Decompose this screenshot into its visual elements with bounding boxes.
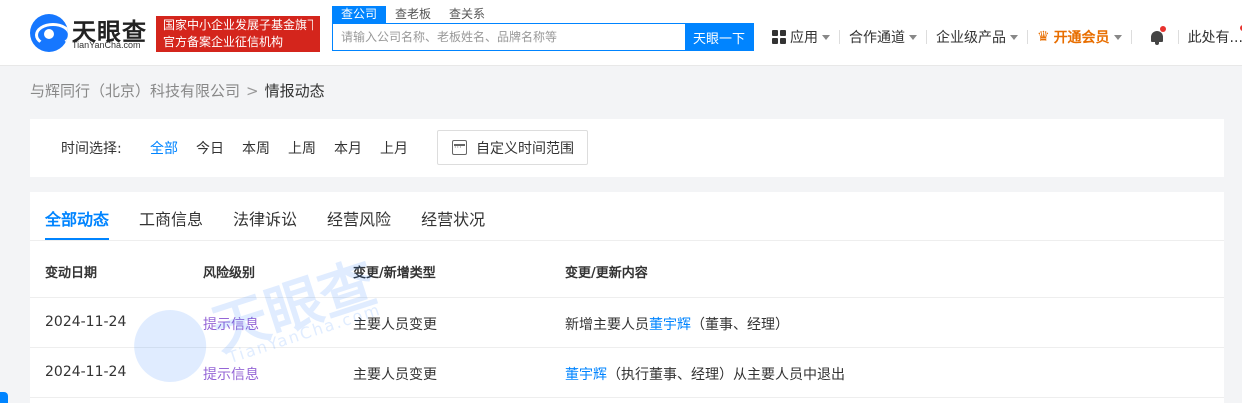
nav-apps-label: 应用: [790, 30, 818, 46]
column-header-date: 变动日期: [45, 266, 98, 281]
table-row: 2024-11-24 提示信息 主要人员变更 新增主要人员董宇辉（董事、经理）: [30, 298, 1224, 348]
breadcrumb-separator: >: [246, 81, 259, 100]
time-filter-this-week[interactable]: 本周: [242, 138, 270, 158]
nav-user-label: 此处有...: [1187, 30, 1242, 46]
chevron-down-icon: [822, 34, 830, 40]
breadcrumb-current: 情报动态: [264, 82, 325, 100]
nav-vip-label: 开通会员: [1053, 30, 1110, 46]
main-card: 全部动态 工商信息 法律诉讼 经营风险 经营状况 变动日期 风险级别 变更/新增…: [30, 192, 1224, 403]
time-filter-last-month[interactable]: 上月: [380, 138, 408, 158]
slogan-line-2: 官方备案企业征信机构: [163, 35, 284, 49]
custom-range-button[interactable]: 自定义时间范围: [437, 130, 588, 165]
breadcrumb-company[interactable]: 与辉同行（北京）科技有限公司: [30, 80, 240, 101]
breadcrumb: 与辉同行（北京）科技有限公司 > 情报动态: [30, 80, 325, 101]
time-filter-options: 全部 今日 本周 上周 本月 上月: [150, 138, 426, 158]
search-tab-relation[interactable]: 查关系: [440, 6, 494, 23]
slogan-banner: 国家中小企业发展子基金旗下 官方备案企业征信机构: [156, 16, 320, 52]
nav-channel-label: 合作通道: [849, 30, 905, 46]
row-change-type: 主要人员变更: [353, 367, 437, 383]
content-suffix: （董事、经理）: [691, 317, 789, 333]
time-filter-card: 时间选择: 全部 今日 本周 上周 本月 上月 自定义时间范围: [30, 119, 1224, 177]
logo-domain: TianYanCha.com: [72, 40, 141, 50]
slogan-line-1: 国家中小企业发展子基金旗下: [163, 18, 313, 32]
nav-user[interactable]: 此处有...: [1187, 25, 1242, 47]
person-link[interactable]: 董宇辉: [565, 367, 607, 383]
table-header: 变动日期 风险级别 变更/新增类型 变更/更新内容: [30, 241, 1224, 298]
time-filter-this-month[interactable]: 本月: [334, 138, 362, 158]
row-content: 新增主要人员董宇辉（董事、经理）: [565, 314, 789, 334]
chevron-down-icon: [909, 34, 917, 40]
row-risk-level: 提示信息: [203, 367, 259, 383]
nav-divider: [1027, 30, 1028, 44]
notification-dot: [1159, 26, 1166, 32]
nav-divider: [926, 30, 927, 44]
row-change-type: 主要人员变更: [353, 317, 437, 333]
row-content: 董宇辉（执行董事、经理）从主要人员中退出: [565, 364, 845, 384]
tab-litigation[interactable]: 法律诉讼: [233, 192, 297, 240]
side-feedback-tab[interactable]: [0, 392, 8, 403]
category-tabs: 全部动态 工商信息 法律诉讼 经营风险 经营状况: [45, 192, 515, 240]
calendar-icon: [452, 140, 467, 155]
search-button[interactable]: 天眼一下: [685, 24, 753, 50]
table-row: 2024-11-24 提示信息 主要人员变更 董宇辉（执行董事、经理）从主要人员…: [30, 348, 1224, 398]
content-prefix: 新增主要人员: [565, 317, 649, 333]
column-header-type: 变更/新增类型: [353, 266, 436, 281]
chevron-down-icon: [1113, 34, 1122, 40]
custom-range-label: 自定义时间范围: [476, 140, 574, 157]
time-filter-last-week[interactable]: 上周: [288, 138, 316, 158]
logo-eye-icon: [30, 14, 68, 52]
tab-business-info[interactable]: 工商信息: [139, 192, 203, 240]
search-tab-boss[interactable]: 查老板: [386, 6, 440, 23]
row-date: 2024-11-24: [45, 364, 127, 380]
search-tab-company[interactable]: 查公司: [332, 6, 387, 23]
column-header-risk: 风险级别: [203, 266, 256, 281]
nav-vip[interactable]: ♛ 开通会员: [1037, 27, 1122, 47]
tab-operating-risk[interactable]: 经营风险: [327, 192, 391, 240]
nav-divider: [1130, 30, 1132, 44]
chevron-down-icon: [1010, 34, 1018, 40]
search-tabs: 查公司 查老板 查关系: [332, 6, 494, 23]
column-header-content: 变更/更新内容: [565, 266, 648, 281]
time-filter-label: 时间选择:: [61, 141, 122, 157]
search-input[interactable]: [333, 24, 685, 50]
row-date: 2024-11-24: [45, 314, 127, 330]
person-link[interactable]: 董宇辉: [649, 317, 691, 333]
time-filter-all[interactable]: 全部: [150, 138, 178, 158]
top-header: 天眼查 TianYanCha.com 国家中小企业发展子基金旗下 官方备案企业征…: [0, 0, 1242, 66]
nav-enterprise-label: 企业级产品: [936, 30, 1006, 46]
nav-enterprise[interactable]: 企业级产品: [936, 27, 1018, 47]
nav-divider: [1177, 30, 1179, 44]
tab-operating-status[interactable]: 经营状况: [421, 192, 485, 240]
crown-icon: ♛: [1037, 29, 1050, 45]
nav-apps[interactable]: 应用: [772, 27, 830, 47]
time-filter-today[interactable]: 今日: [196, 138, 224, 158]
tab-all[interactable]: 全部动态: [45, 192, 110, 240]
nav-channel[interactable]: 合作通道: [849, 27, 917, 47]
nav-divider: [839, 30, 840, 44]
apps-grid-icon: [772, 30, 786, 44]
content-suffix: （执行董事、经理）从主要人员中退出: [607, 367, 845, 383]
search-box: 天眼一下: [332, 23, 754, 51]
row-risk-level: 提示信息: [203, 317, 259, 333]
bell-icon[interactable]: [1150, 26, 1166, 45]
top-nav: 应用 合作通道 企业级产品 ♛ 开通会员 此处有...: [772, 25, 1242, 48]
site-logo[interactable]: 天眼查 TianYanCha.com: [30, 14, 152, 54]
